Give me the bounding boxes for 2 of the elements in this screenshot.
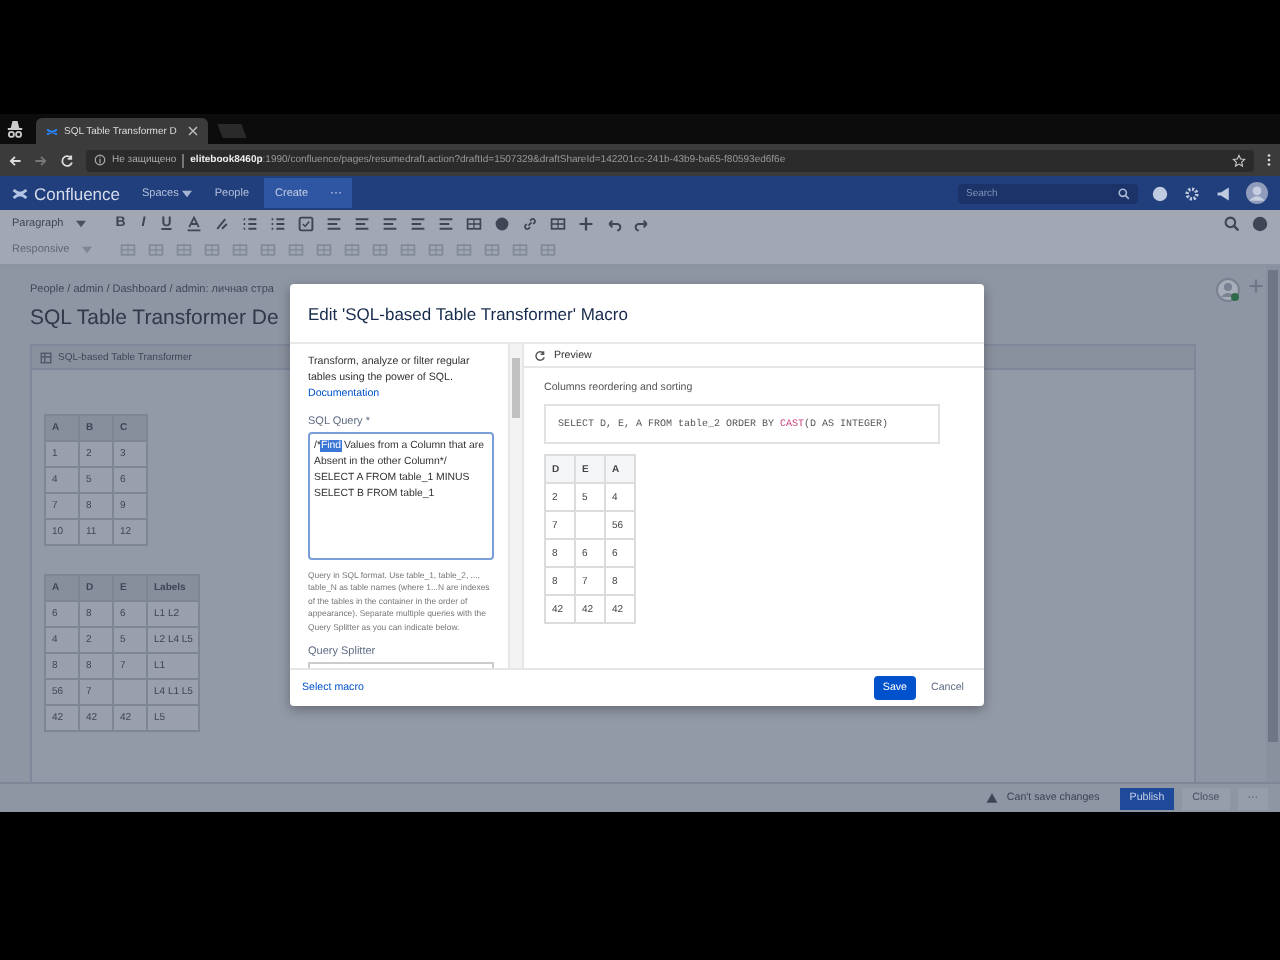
page-title: SQL Table Transformer De xyxy=(30,306,279,330)
dialog-title: Edit 'SQL-based Table Transformer' Macro xyxy=(308,303,628,323)
